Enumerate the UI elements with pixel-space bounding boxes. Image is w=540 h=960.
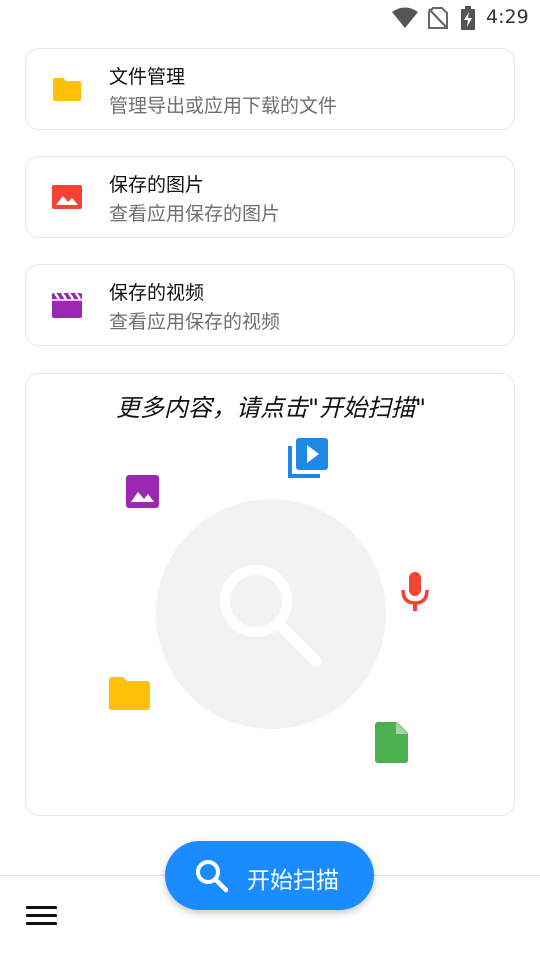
- folder-icon: [53, 78, 81, 101]
- clock: 4:29: [486, 6, 529, 28]
- card-title: 保存的图片: [109, 174, 205, 196]
- video-library-icon: [288, 438, 328, 478]
- wifi-icon: [392, 7, 418, 28]
- microphone-icon: [401, 572, 429, 611]
- saved-images-card[interactable]: 保存的图片 查看应用保存的图片: [25, 156, 515, 238]
- video-icon: [52, 292, 82, 318]
- image-icon: [52, 185, 82, 209]
- hamburger-menu-icon[interactable]: [26, 906, 58, 930]
- search-icon: [220, 565, 322, 667]
- file-manager-card[interactable]: 文件管理 管理导出或应用下载的文件: [25, 48, 515, 130]
- folder-icon: [109, 677, 150, 710]
- no-sim-icon: [428, 7, 448, 29]
- card-title: 文件管理: [109, 66, 186, 88]
- status-bar: 4:29: [0, 0, 540, 36]
- start-scan-label: 开始扫描: [247, 868, 339, 894]
- card-subtitle: 查看应用保存的图片: [109, 203, 281, 225]
- scan-heading: 更多内容，请点击"开始扫描": [115, 394, 427, 422]
- search-icon: [196, 860, 229, 893]
- file-icon: [375, 722, 408, 763]
- image-icon: [126, 475, 159, 508]
- card-title: 保存的视频: [109, 282, 205, 304]
- start-scan-button[interactable]: 开始扫描: [165, 841, 374, 910]
- card-subtitle: 管理导出或应用下载的文件: [109, 95, 338, 117]
- scan-panel: 更多内容，请点击"开始扫描": [25, 373, 515, 816]
- scan-circle: [156, 499, 386, 729]
- battery-charging-icon: [461, 6, 475, 30]
- card-subtitle: 查看应用保存的视频: [109, 311, 281, 333]
- saved-videos-card[interactable]: 保存的视频 查看应用保存的视频: [25, 264, 515, 346]
